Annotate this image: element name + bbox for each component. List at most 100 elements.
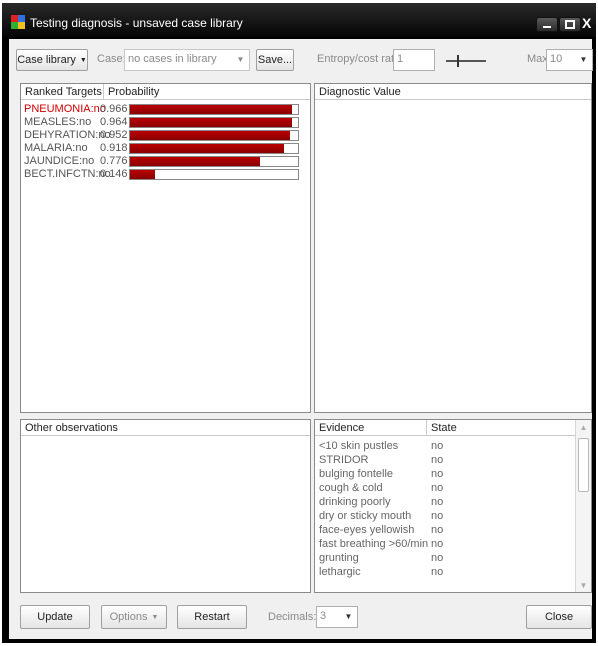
title-bar[interactable]: Testing diagnosis - unsaved case library… [2, 3, 596, 37]
caret-down-icon: ▼ [79, 56, 87, 64]
diagnostic-value-panel: Diagnostic Value [314, 83, 592, 413]
evidence-name: cough & cold [319, 482, 383, 494]
entropy-slider[interactable] [446, 60, 486, 62]
evidence-row[interactable]: cough & cold no [315, 482, 573, 494]
window-title: Testing diagnosis - unsaved case library [30, 16, 243, 30]
update-button[interactable]: Update [20, 605, 90, 629]
target-name: MEASLES:no [24, 116, 92, 128]
max-value: 10 [550, 53, 563, 65]
chevron-down-icon: ▼ [344, 611, 353, 621]
col-state: State [431, 422, 457, 434]
entropy-value: 1 [397, 53, 404, 65]
target-probability: 0.964 [100, 116, 128, 128]
target-probability: 0.952 [100, 129, 128, 141]
app-window: Testing diagnosis - unsaved case library… [2, 3, 596, 643]
target-name: PNEUMONIA:no [24, 103, 106, 115]
probability-bar-fill [130, 131, 290, 140]
diagnostic-header: Diagnostic Value [315, 84, 591, 100]
evidence-name: dry or sticky mouth [319, 510, 412, 522]
max-select[interactable]: 10 ▼ [546, 49, 593, 71]
evidence-state: no [431, 538, 444, 550]
evidence-name: bulging fontelle [319, 468, 394, 480]
maximize-button[interactable] [559, 17, 581, 32]
target-probability: 0.146 [100, 168, 128, 180]
evidence-row[interactable]: fast breathing >60/min no [315, 538, 573, 550]
col-evidence: Evidence [319, 422, 365, 434]
evidence-name: drinking poorly [319, 496, 391, 508]
scroll-up-icon[interactable]: ▲ [576, 420, 591, 434]
case-select-value: no cases in library [128, 53, 217, 65]
targets-header: Ranked Targets Probability [21, 84, 310, 100]
target-row[interactable]: JAUNDICE:no 0.776 [21, 155, 310, 168]
evidence-header: Evidence State [315, 420, 575, 436]
target-name: DEHYRATION:no [24, 129, 111, 141]
scrollbar-thumb[interactable] [578, 438, 589, 492]
evidence-row[interactable]: dry or sticky mouth no [315, 510, 573, 522]
maximize-icon [565, 20, 575, 29]
target-name: MALARIA:no [24, 142, 88, 154]
evidence-panel: Evidence State <10 skin pustles no STRIDOR… [314, 419, 592, 593]
observations-header: Other observations [21, 420, 310, 436]
evidence-row[interactable]: face-eyes yellowish no [315, 524, 573, 536]
client-area: Case library ▼ Case: no cases in library … [9, 39, 593, 639]
close-window-button[interactable]: X [582, 15, 591, 31]
evidence-state: no [431, 468, 444, 480]
probability-bar-fill [130, 170, 155, 179]
restart-button[interactable]: Restart [177, 605, 247, 629]
evidence-row[interactable]: <10 skin pustles no [315, 440, 573, 452]
target-row[interactable]: PNEUMONIA:no 0.966 [21, 103, 310, 116]
evidence-scrollbar[interactable]: ▲ ▼ [575, 420, 591, 592]
target-probability: 0.918 [100, 142, 128, 154]
evidence-row[interactable]: STRIDOR no [315, 454, 573, 466]
evidence-row[interactable]: lethargic no [315, 566, 573, 578]
case-label: Case: [97, 53, 126, 65]
entropy-slider-thumb[interactable] [457, 55, 459, 67]
probability-bar [129, 130, 299, 141]
case-library-label: Case library [17, 54, 76, 66]
evidence-state: no [431, 454, 444, 466]
chevron-down-icon: ▼ [236, 54, 245, 64]
evidence-state: no [431, 482, 444, 494]
target-name: JAUNDICE:no [24, 155, 95, 167]
close-button[interactable]: Close [526, 605, 592, 629]
case-select[interactable]: no cases in library ▼ [124, 49, 250, 71]
probability-bar [129, 156, 299, 167]
evidence-name: grunting [319, 552, 359, 564]
minimize-button[interactable] [536, 17, 558, 32]
probability-bar-fill [130, 105, 293, 114]
probability-bar [129, 169, 299, 180]
minimize-icon [543, 26, 551, 28]
evidence-name: STRIDOR [319, 454, 369, 466]
case-library-button[interactable]: Case library ▼ [16, 49, 88, 71]
evidence-name: face-eyes yellowish [319, 524, 415, 536]
col-probability: Probability [108, 86, 160, 98]
decimals-select[interactable]: 3 ▼ [316, 606, 358, 628]
column-divider [426, 420, 427, 436]
target-probability: 0.966 [100, 103, 128, 115]
app-icon [11, 15, 25, 29]
options-label: Options [109, 611, 148, 623]
evidence-row[interactable]: bulging fontelle no [315, 468, 573, 480]
chevron-down-icon: ▼ [579, 54, 588, 64]
evidence-name: <10 skin pustles [319, 440, 399, 452]
probability-bar-fill [130, 118, 292, 127]
evidence-state: no [431, 440, 444, 452]
target-probability: 0.776 [100, 155, 128, 167]
evidence-name: fast breathing >60/min [319, 538, 429, 550]
ranked-targets-panel: Ranked Targets Probability PNEUMONIA:no 0… [20, 83, 311, 413]
evidence-state: no [431, 552, 444, 564]
target-row[interactable]: DEHYRATION:no 0.952 [21, 129, 310, 142]
decimals-value: 3 [320, 610, 327, 622]
evidence-row[interactable]: drinking poorly no [315, 496, 573, 508]
target-row[interactable]: MEASLES:no 0.964 [21, 116, 310, 129]
column-divider [103, 84, 104, 100]
entropy-input[interactable]: 1 [393, 49, 435, 71]
col-ranked-targets: Ranked Targets [25, 86, 102, 98]
evidence-name: lethargic [319, 566, 361, 578]
options-button[interactable]: Options ▼ [101, 605, 167, 629]
save-button[interactable]: Save... [256, 49, 294, 71]
evidence-row[interactable]: grunting no [315, 552, 573, 564]
target-row[interactable]: MALARIA:no 0.918 [21, 142, 310, 155]
target-row[interactable]: BECT.INFCTN:no 0.146 [21, 168, 310, 181]
scroll-down-icon[interactable]: ▼ [576, 578, 591, 592]
